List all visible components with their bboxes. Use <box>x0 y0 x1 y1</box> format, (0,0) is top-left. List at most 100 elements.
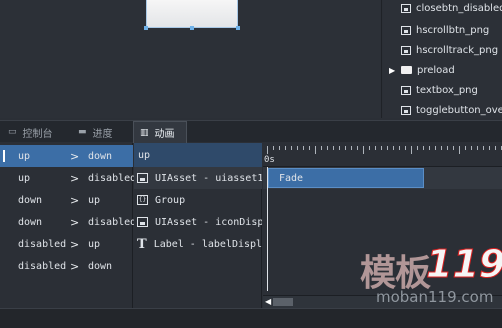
tab-animation[interactable]: ▥ 动画 <box>133 121 187 143</box>
assets-panel: closebtn_disabled hscrollbtn_png hscroll… <box>383 0 502 118</box>
row-marker-icon <box>3 150 5 162</box>
ruler-tick <box>303 146 304 150</box>
watermark-url: moban119.com <box>376 288 494 306</box>
from-state: disabled <box>18 260 67 272</box>
to-state: disabled <box>88 172 137 184</box>
target-row[interactable]: T Label - labelDisplay <box>134 233 262 255</box>
ruler-tick <box>423 146 424 150</box>
transition-row[interactable]: down > up <box>0 189 133 211</box>
transition-row[interactable]: down > disabled <box>0 211 137 233</box>
artboard[interactable] <box>146 0 238 28</box>
asset-item[interactable]: hscrollbtn_png <box>401 20 502 40</box>
ruler-tick <box>273 146 274 150</box>
asset-label: hscrolltrack_png <box>416 44 499 56</box>
resize-handle-bottom-left[interactable] <box>144 26 148 30</box>
transition-row[interactable]: disabled > up <box>0 233 133 255</box>
target-row[interactable]: UIAsset - uiasset1 <box>134 167 262 189</box>
progress-icon: ▬ <box>78 127 87 137</box>
ruler-tick <box>351 146 352 150</box>
ruler-tick <box>495 146 496 150</box>
ruler-tick <box>459 146 460 154</box>
ruler-tick <box>387 146 388 150</box>
transition-row[interactable]: up > down <box>0 145 133 167</box>
chevron-right-icon: > <box>70 149 80 163</box>
chevron-right-icon: > <box>70 171 80 185</box>
scroll-left-arrow-icon[interactable]: ◀ <box>265 297 271 306</box>
target-row[interactable]: {} Group <box>134 189 262 211</box>
asset-label: closebtn_disabled <box>416 2 502 14</box>
chevron-right-icon: > <box>70 259 80 273</box>
ruler-tick <box>291 146 292 150</box>
target-label: UIAsset - iconDisplay <box>155 216 262 228</box>
ruler-tick <box>399 146 400 150</box>
ruler-tick <box>309 146 310 150</box>
image-file-icon <box>401 25 411 35</box>
image-file-icon <box>401 85 411 95</box>
to-state: up <box>88 238 101 250</box>
ruler-tick <box>489 146 490 150</box>
tab-progress[interactable]: ▬ 进度 <box>78 121 128 143</box>
design-canvas[interactable] <box>0 0 382 118</box>
ruler-tick <box>477 146 478 150</box>
tab-label: 控制台 <box>22 128 53 140</box>
ruler-tick <box>429 146 430 150</box>
ruler-tick <box>411 146 412 154</box>
image-file-icon <box>401 45 411 55</box>
from-state: disabled <box>18 238 67 250</box>
resize-handle-bottom-right[interactable] <box>236 26 240 30</box>
resize-handle-bottom[interactable] <box>190 26 194 30</box>
to-state: disabled <box>88 216 137 228</box>
console-icon: ▭ <box>8 127 17 137</box>
to-state: up <box>88 194 101 206</box>
from-state: down <box>18 216 43 228</box>
watermark-number: 119 <box>425 242 502 287</box>
ruler-tick <box>357 146 358 150</box>
to-state: down <box>88 150 113 162</box>
ruler-tick <box>333 146 334 150</box>
image-file-icon <box>401 105 411 115</box>
ruler-tick <box>483 146 484 150</box>
ruler-tick <box>453 146 454 150</box>
transition-row[interactable]: up > disabled <box>0 167 137 189</box>
chevron-right-icon: > <box>70 215 80 229</box>
asset-item[interactable]: textbox_png <box>401 80 502 100</box>
time-ruler[interactable]: 0s <box>263 143 502 167</box>
target-label: UIAsset - uiasset1 <box>155 172 262 184</box>
asset-label: preload <box>417 64 455 76</box>
chevron-right-icon: > <box>70 193 80 207</box>
tab-console[interactable]: ▭ 控制台 <box>8 121 68 143</box>
text-label-icon: T <box>137 236 147 252</box>
image-file-icon <box>401 3 411 13</box>
from-state: up <box>18 150 31 162</box>
ruler-tick <box>285 146 286 150</box>
fade-effect-bar[interactable]: Fade <box>268 168 424 188</box>
ruler-tick <box>345 146 346 150</box>
folder-icon <box>401 66 412 74</box>
transition-row[interactable]: disabled > down <box>0 255 133 277</box>
ruler-tick <box>435 146 436 150</box>
asset-item[interactable]: hscrolltrack_png <box>401 40 502 60</box>
ruler-tick <box>375 146 376 150</box>
target-label: Group <box>155 194 186 206</box>
expand-arrow-icon[interactable]: ▶ <box>389 66 395 75</box>
from-state: down <box>18 194 43 206</box>
ruler-tick <box>279 146 280 150</box>
scrollbar-thumb[interactable] <box>273 298 293 306</box>
asset-item[interactable]: togglebutton_over <box>401 100 502 120</box>
panel-tab-bar: ▭ 控制台 ▬ 进度 ▥ 动画 <box>0 120 502 143</box>
tab-label: 动画 <box>154 129 175 140</box>
ruler-tick <box>405 146 406 150</box>
ruler-tick <box>393 146 394 150</box>
ruler-tick <box>417 146 418 150</box>
asset-folder[interactable]: ▶ preload <box>389 60 502 80</box>
animation-targets-panel: up UIAsset - uiasset1 {} Group UIAsset -… <box>134 143 262 308</box>
image-asset-icon <box>137 217 148 227</box>
watermark-logo: 模板 119 moban119.com <box>360 242 502 307</box>
ruler-tick <box>297 146 298 150</box>
from-state: up <box>18 172 31 184</box>
asset-item[interactable]: closebtn_disabled <box>401 0 502 18</box>
playhead[interactable] <box>267 167 268 291</box>
asset-label: togglebutton_over <box>416 104 502 116</box>
animation-icon: ▥ <box>140 127 149 138</box>
target-row[interactable]: UIAsset - iconDisplay <box>134 211 262 233</box>
